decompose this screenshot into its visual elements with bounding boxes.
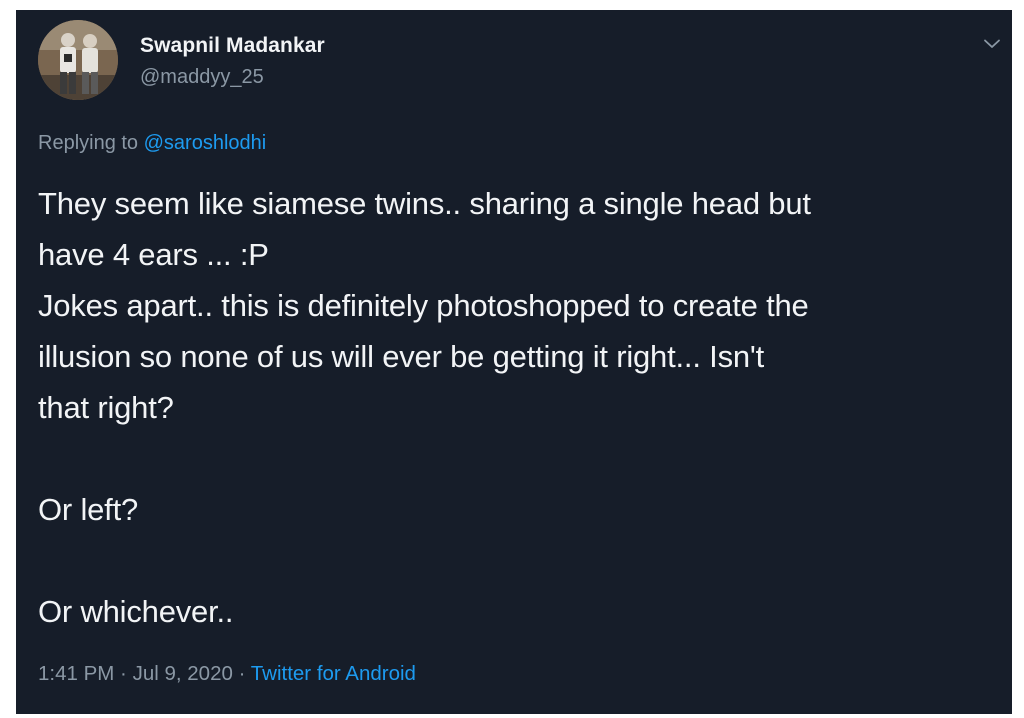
author-name[interactable]: Swapnil Madankar <box>140 34 325 58</box>
tweet-line: that right? <box>38 390 174 425</box>
replying-to: Replying to @saroshlodhi <box>38 132 266 155</box>
avatar[interactable] <box>38 20 118 100</box>
author-handle[interactable]: @maddyy_25 <box>140 66 264 89</box>
tweet-line: Or left? <box>38 492 139 527</box>
tweet-line: Jokes apart.. this is definitely photosh… <box>38 288 809 323</box>
meta-separator: · <box>232 662 251 685</box>
tweet-line: have 4 ears ... :P <box>38 237 269 272</box>
tweet-line: Or whichever.. <box>38 594 234 629</box>
tweet-date[interactable]: Jul 9, 2020 <box>133 662 233 685</box>
chevron-down-icon[interactable] <box>980 32 1004 56</box>
replying-prefix: Replying to <box>38 132 144 154</box>
tweet-time[interactable]: 1:41 PM <box>38 662 114 685</box>
avatar-photo <box>38 20 118 100</box>
replying-to-mention[interactable]: @saroshlodhi <box>144 132 267 154</box>
tweet-line: illusion so none of us will ever be gett… <box>38 339 765 374</box>
tweet-line: They seem like siamese twins.. sharing a… <box>38 186 811 221</box>
tweet-body: They seem like siamese twins.. sharing a… <box>38 178 998 637</box>
tweet-card: Swapnil Madankar @maddyy_25 Replying to … <box>16 10 1012 714</box>
tweet-source-link[interactable]: Twitter for Android <box>251 662 416 685</box>
tweet-meta: 1:41 PM · Jul 9, 2020 · Twitter for Andr… <box>38 662 416 686</box>
meta-separator: · <box>114 662 133 685</box>
